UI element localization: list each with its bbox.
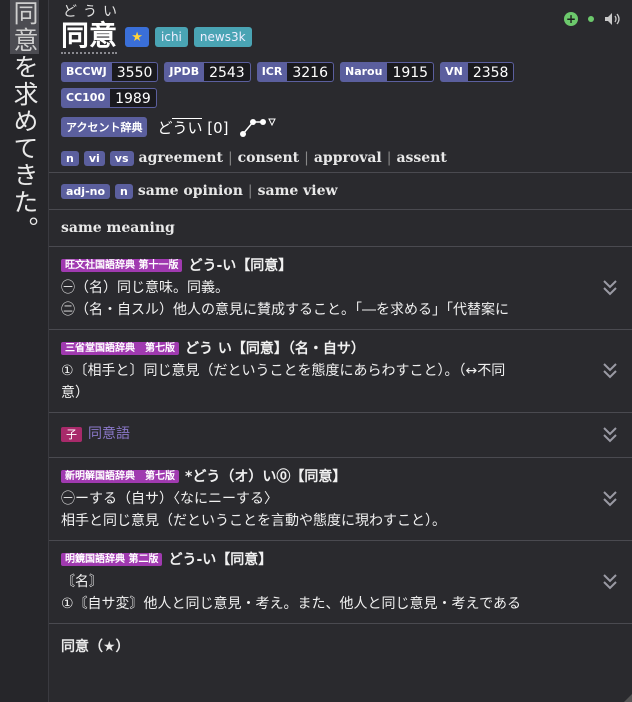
pos-tag[interactable]: vi [83, 150, 105, 166]
dict-line: ㊀ーする（自サ）〈なにニーする〉 [61, 491, 278, 507]
source-sentence: 同意を求めてきた。 [10, 0, 39, 243]
gloss-term: approval [313, 150, 382, 166]
dict-title: どう い【同意】（名・自サ） [185, 341, 365, 357]
expand-chevron-icon[interactable] [602, 362, 618, 380]
gloss-term: same meaning [61, 220, 175, 236]
gloss-2: adj-no n same opinion | same view [49, 172, 632, 209]
expand-chevron-icon[interactable] [602, 426, 618, 444]
freq-vn[interactable]: VN 2358 [440, 62, 515, 82]
dict-tag[interactable]: 新明解国語辞典 第七版 [61, 470, 179, 483]
sub-entry-synonyms[interactable]: 子同意語 [49, 412, 632, 457]
gloss-term: assent [396, 150, 447, 166]
furigana: どうい [63, 4, 123, 20]
freq-cc100[interactable]: CC100 1989 [61, 88, 157, 108]
dict-tag[interactable]: 明鏡国語辞典 第二版 [61, 553, 163, 566]
source-text-strip: 同意を求めてきた。 [0, 0, 48, 702]
frequency-list: BCCWJ 3550 JPDB 2543 ICR 3216 Narou 1915 VN 2… [61, 62, 531, 108]
dict-entry-obunsha: 旺文社国語辞典 第十一版 どう‐い【同意】 ㊀（名）同じ意味。同義。 ㊁（名・自ス… [49, 246, 632, 329]
next-entry-headword[interactable]: 同意（★） [49, 623, 632, 668]
pitch-accent: アクセント辞典 どうい [0] [61, 116, 622, 138]
dict-line: ㊁（名・自スル）他人の意見に賛成すること。「―を求める」「代替案に [61, 302, 509, 318]
freq-narou[interactable]: Narou 1915 [340, 62, 435, 82]
dict-tag[interactable]: 三省堂国語辞典 第七版 [61, 342, 179, 355]
accent-reading: どうい [0] [157, 117, 229, 137]
tag-ichi[interactable]: ichi [155, 27, 188, 47]
add-note-icon[interactable]: + [564, 12, 578, 26]
dictionary-popup: どうい 同意 ★ ichi news3k + BCCWJ 3550 JPDB 254… [48, 0, 632, 702]
sub-entry-tag: 子 [61, 427, 82, 442]
dict-line: ①〘自サ変〙他人と同じ意見・考え。また、他人と同じ意見・考えである [61, 596, 521, 612]
gloss-term: consent [237, 150, 300, 166]
gloss-term: same opinion [137, 183, 243, 199]
resize-handle[interactable] [624, 694, 632, 702]
dict-entry-shinmeikai: 新明解国語辞典 第七版 *どう（オ）い⓪【同意】 ㊀ーする（自サ）〈なにニーする〉… [49, 457, 632, 540]
dict-line: 意） [61, 385, 89, 401]
source-highlight: 同意 [10, 0, 39, 54]
dict-tag[interactable]: 旺文社国語辞典 第十一版 [61, 259, 183, 272]
gloss-3: same meaning [49, 209, 632, 246]
pos-tag[interactable]: n [61, 150, 79, 166]
dict-line: ㊀（名）同じ意味。同義。 [61, 280, 229, 296]
speaker-icon[interactable] [604, 12, 622, 26]
pos-tag[interactable]: vs [109, 150, 134, 166]
entry-actions: + [564, 12, 622, 26]
dict-entry-meikyo: 明鏡国語辞典 第二版 どう‐い【同意】 〘名〙 ①〘自サ変〙他人と同じ意見・考え。… [49, 540, 632, 623]
entry-header: どうい 同意 ★ ichi news3k + BCCWJ 3550 JPDB 254… [49, 0, 632, 172]
freq-icr[interactable]: ICR 3216 [256, 62, 334, 82]
expand-chevron-icon[interactable] [602, 279, 618, 297]
dict-title: *どう（オ）い⓪【同意】 [185, 469, 347, 485]
star-icon[interactable]: ★ [125, 27, 150, 47]
sub-entry-label[interactable]: 同意語 [88, 426, 130, 442]
dict-title: どう‐い【同意】 [188, 258, 293, 274]
status-dot-icon [588, 16, 594, 22]
pos-tag[interactable]: n [115, 183, 133, 199]
freq-jpdb[interactable]: JPDB 2543 [164, 62, 251, 82]
dict-entry-sanseido: 三省堂国語辞典 第七版 どう い【同意】（名・自サ） ①〔相手と〕同じ意見（だとい… [49, 329, 632, 412]
headword[interactable]: 同意 [61, 20, 118, 54]
dict-line: ①〔相手と〕同じ意見（だということを態度にあらわすこと）。（↔不同 [61, 363, 506, 379]
gloss-1: n vi vs agreement | consent | approval | as… [61, 150, 622, 166]
expand-chevron-icon[interactable] [602, 573, 618, 591]
pos-tag[interactable]: adj-no [61, 183, 111, 199]
dict-line: 相手と同じ意見（だということを言動や態度に現わすこと）。 [61, 513, 446, 529]
gloss-term: same view [257, 183, 338, 199]
source-rest: を求めてきた。 [10, 54, 39, 243]
dict-title: どう‐い【同意】 [168, 552, 273, 568]
gloss-term: agreement [138, 150, 223, 166]
freq-bccwj[interactable]: BCCWJ 3550 [61, 62, 159, 82]
dict-line: 〘名〙 [61, 574, 103, 590]
pitch-graph-icon [239, 118, 276, 137]
expand-chevron-icon[interactable] [602, 490, 618, 508]
tag-news3k[interactable]: news3k [193, 27, 252, 47]
accent-dict-label[interactable]: アクセント辞典 [61, 117, 148, 137]
